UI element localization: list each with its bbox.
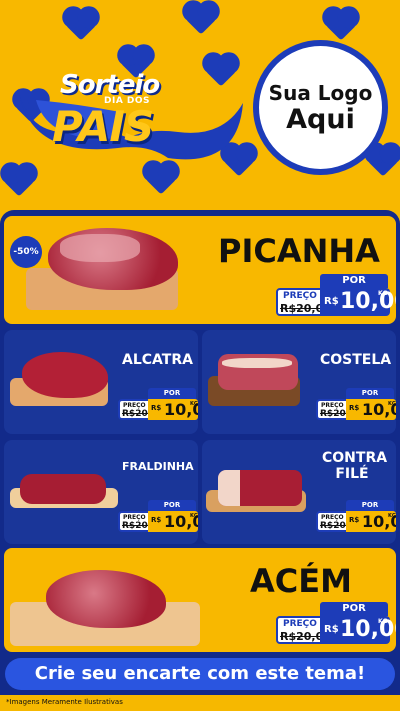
- por-label: POR: [346, 388, 394, 399]
- product-card-contra-file: CONTRA FILÉ POR PREÇO R$20,00 R$ 10,00 K…: [202, 440, 396, 544]
- create-flyer-button[interactable]: Crie seu encarte com este tema!: [5, 658, 395, 690]
- preco-label: PREÇO: [123, 402, 146, 409]
- product-name: ACÉM: [250, 562, 352, 600]
- unit: KG: [378, 618, 388, 625]
- product-name: ALCATRA: [122, 352, 193, 368]
- product-name: FRALDINHA: [122, 460, 194, 473]
- price-tag: POR PREÇO R$20,00 R$ 10,00 KG: [276, 602, 396, 646]
- unit: KG: [190, 513, 198, 519]
- heart-icon: [65, 9, 97, 41]
- price-tag: POR PREÇO R$20,00 R$ 10,00 KG: [316, 500, 396, 534]
- currency: R$: [151, 516, 162, 524]
- por-label: POR: [320, 602, 388, 616]
- old-price-box: PREÇO R$20,00: [316, 399, 362, 420]
- currency: R$: [324, 296, 339, 307]
- product-name-line1: CONTRA: [322, 450, 388, 466]
- por-label: POR: [346, 500, 394, 511]
- price-tag: POR PREÇO R$20,00 R$ 10,00 KG: [118, 388, 198, 422]
- new-price-box: R$ 10,00 KG: [148, 399, 198, 420]
- old-price-box: PREÇO R$20,00: [276, 616, 331, 644]
- preco-label: PREÇO: [283, 619, 317, 629]
- product-name: CONTRA FILÉ: [322, 450, 388, 482]
- product-name: COSTELA: [320, 352, 392, 368]
- product-card-costela: COSTELA POR PREÇO R$20,00 R$ 10,00 KG: [202, 330, 396, 434]
- currency: R$: [349, 516, 360, 524]
- currency: R$: [151, 404, 162, 412]
- heart-icon: [3, 165, 35, 197]
- currency: R$: [324, 624, 339, 635]
- product-card-alcatra: ALCATRA POR PREÇO R$20,00 R$ 10,00 KG: [4, 330, 198, 434]
- new-price-box: R$ 10,00 KG: [346, 511, 396, 532]
- meat-fat: [218, 470, 240, 506]
- unit: KG: [388, 401, 396, 407]
- old-price-box: PREÇO R$20,00: [118, 399, 164, 420]
- preco-label: PREÇO: [283, 291, 317, 301]
- new-price-box: R$ 10,00 KG: [148, 511, 198, 532]
- old-price-box: PREÇO R$20,00: [118, 511, 164, 532]
- price-tag: POR PREÇO R$20,00 R$ 10,00 KG: [118, 500, 198, 534]
- disclaimer-text: *Imagens Meramente Ilustrativas: [6, 698, 123, 706]
- discount-badge: -50%: [10, 236, 42, 268]
- meat-fat: [222, 358, 292, 368]
- por-label: POR: [320, 274, 388, 288]
- alcatra-image: [22, 352, 108, 398]
- header-banner: Sorteio DIA DOS PAIS Sua Logo Aqui: [0, 0, 400, 210]
- currency: R$: [349, 404, 360, 412]
- meat-marbling: [60, 234, 140, 262]
- product-name-line2: FILÉ: [335, 466, 369, 482]
- preco-label: PREÇO: [321, 402, 344, 409]
- logo-text-line2: Aqui: [286, 103, 355, 135]
- new-price-box: R$ 10,00 KG: [346, 399, 396, 420]
- fraldinha-image: [20, 474, 106, 504]
- preco-label: PREÇO: [123, 514, 146, 521]
- logo-placeholder: Sua Logo Aqui: [253, 40, 388, 175]
- logo-text-line1: Sua Logo: [268, 80, 373, 105]
- preco-label: PREÇO: [321, 514, 344, 521]
- product-card-fraldinha: FRALDINHA POR PREÇO R$20,00 R$ 10,00 KG: [4, 440, 198, 544]
- product-card-picanha: -50% PICANHA POR PREÇO R$20,00 R$ 10,00 …: [4, 216, 396, 324]
- new-price-box: R$ 10,00 KG: [320, 616, 396, 644]
- acem-image: [46, 570, 166, 628]
- unit: KG: [378, 290, 388, 297]
- price-tag: POR PREÇO R$20,00 R$ 10,00 KG: [316, 388, 396, 422]
- title-pais: PAIS: [52, 102, 154, 151]
- price-tag: POR PREÇO R$20,00 R$ 10,00 KG: [276, 274, 396, 318]
- por-label: POR: [148, 388, 196, 399]
- unit: KG: [388, 513, 396, 519]
- unit: KG: [190, 401, 198, 407]
- por-label: POR: [148, 500, 196, 511]
- new-price-box: R$ 10,00 KG: [320, 288, 396, 316]
- heart-icon: [325, 9, 357, 41]
- heart-icon: [185, 3, 217, 35]
- old-price-box: PREÇO R$20,00: [316, 511, 362, 532]
- product-name: PICANHA: [218, 232, 380, 270]
- heart-icon: [145, 163, 177, 195]
- product-card-acem: ACÉM POR PREÇO R$20,00 R$ 10,00 KG: [4, 548, 396, 652]
- old-price-box: PREÇO R$20,00: [276, 288, 331, 316]
